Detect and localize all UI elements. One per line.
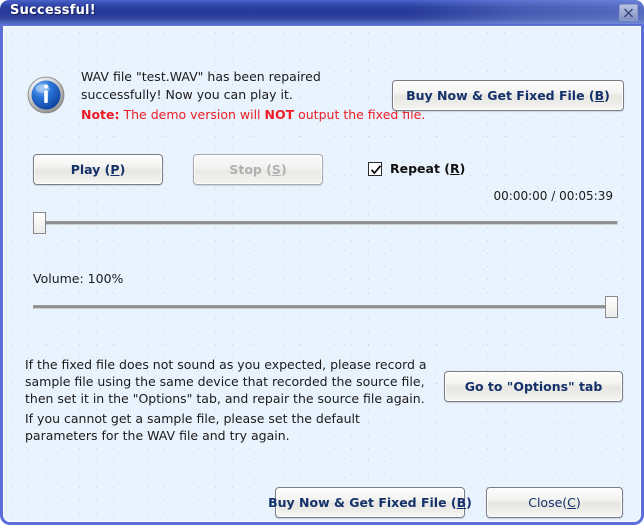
repeat-accel: R: [450, 161, 460, 176]
stop-label: Stop (S): [229, 162, 287, 177]
repeat-checkbox-box[interactable]: [368, 161, 382, 176]
buy-now-top-accel: B: [594, 88, 605, 103]
play-button[interactable]: Play (P): [33, 154, 163, 185]
success-message: WAV file "test.WAV" has been repaired su…: [81, 69, 321, 102]
volume-label: Volume: 100%: [33, 271, 124, 286]
repeat-checkbox[interactable]: Repeat (R): [368, 161, 465, 176]
close-window-button[interactable]: [619, 4, 638, 21]
close-icon: [624, 8, 633, 18]
demo-note: Note: The demo version will NOT output t…: [81, 106, 425, 123]
volume-slider-thumb[interactable]: [605, 296, 618, 318]
go-to-options-label: Go to "Options" tab: [464, 379, 603, 394]
buy-now-bottom-label: Buy Now & Get Fixed File (B): [268, 495, 472, 510]
play-label: Play (P): [70, 162, 126, 177]
position-slider-thumb[interactable]: [33, 212, 46, 234]
buy-now-bottom-button[interactable]: Buy Now & Get Fixed File (B): [268, 487, 472, 518]
stop-button: Stop (S): [193, 154, 323, 185]
note-mid-1: The demo version will: [119, 107, 265, 122]
position-slider[interactable]: [33, 212, 618, 234]
hint-paragraph-1: If the fixed file does not sound as you …: [25, 357, 427, 406]
info-icon: [27, 76, 65, 114]
play-accel: P: [110, 162, 120, 177]
repeat-label: Repeat (R): [390, 161, 466, 176]
buy-now-top-label: Buy Now & Get Fixed File (B): [406, 88, 610, 103]
close-accel: C: [567, 495, 576, 510]
buy-now-bottom-accel: B: [456, 495, 467, 510]
title-bar: Successful!: [0, 0, 644, 26]
close-dialog-button[interactable]: Close(C): [486, 487, 623, 518]
hint-paragraph-2: If you cannot get a sample file, please …: [25, 411, 360, 443]
time-display: 00:00:00 / 00:05:39: [493, 189, 613, 203]
window-title: Successful!: [10, 3, 96, 18]
go-to-options-button[interactable]: Go to "Options" tab: [444, 371, 623, 402]
checkmark-icon: [370, 164, 382, 174]
dialog-window: Successful! WAV file "test.WAV" has been…: [0, 0, 644, 525]
position-slider-track[interactable]: [33, 221, 618, 225]
close-dialog-label: Close(C): [528, 495, 581, 510]
dialog-body: WAV file "test.WAV" has been repaired su…: [0, 24, 644, 525]
volume-slider-track[interactable]: [33, 305, 618, 309]
volume-slider[interactable]: [33, 296, 618, 318]
note-prefix: Note:: [81, 107, 120, 122]
stop-accel: S: [271, 162, 281, 177]
note-emphasis: NOT: [264, 107, 295, 122]
buy-now-top-button[interactable]: Buy Now & Get Fixed File (B): [392, 80, 624, 111]
